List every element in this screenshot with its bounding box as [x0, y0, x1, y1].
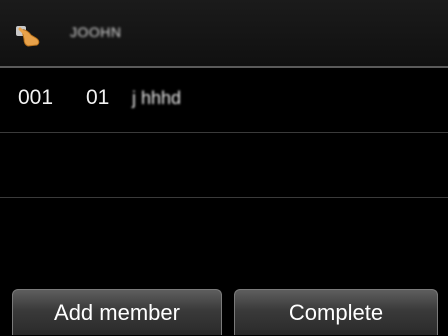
member-index: 01: [86, 86, 110, 109]
member-list: 001 01 j hhhd: [0, 68, 448, 285]
add-member-button[interactable]: Add member: [12, 289, 222, 335]
list-item-empty: [0, 133, 448, 198]
header-title: JOOHN: [70, 24, 122, 40]
button-bar: Add member Complete: [0, 285, 448, 335]
list-item[interactable]: 001 01 j hhhd: [0, 68, 448, 133]
pointing-hand-icon: [16, 26, 40, 47]
list-item-empty: [0, 198, 448, 262]
member-name: j hhhd: [132, 88, 182, 108]
complete-button[interactable]: Complete: [234, 289, 438, 335]
member-number: 001: [18, 86, 54, 109]
header-bar: JOOHN: [0, 0, 448, 68]
